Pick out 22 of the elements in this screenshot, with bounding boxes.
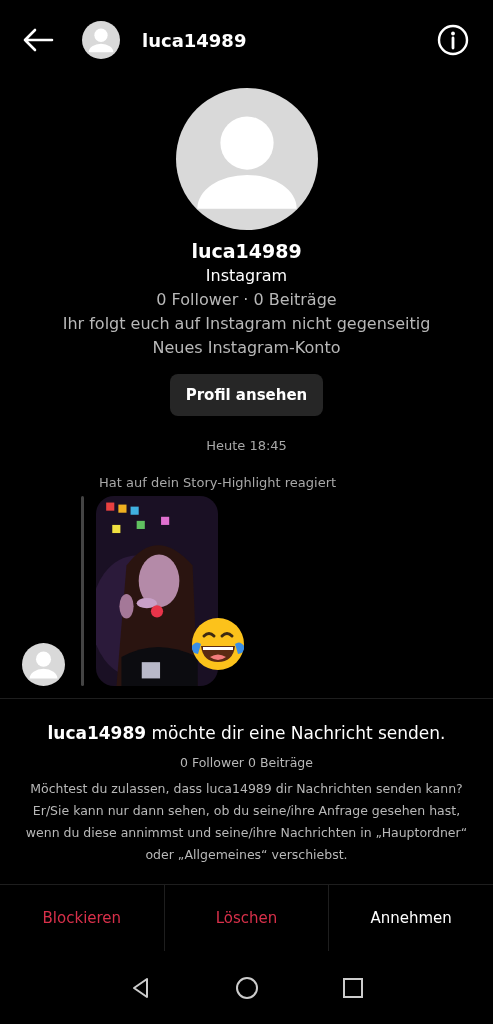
action-button[interactable]: Annehmen (328, 885, 493, 951)
reaction-label: Hat auf dein Story-Highlight reagiert (99, 475, 338, 490)
avatar-icon[interactable] (82, 21, 120, 59)
request-title: luca14989 möchte dir eine Nachricht senden. (47, 723, 446, 743)
account-note: Neues Instagram-Konto (152, 338, 341, 357)
action-button[interactable]: Blockieren (0, 885, 164, 951)
profile-platform: Instagram (205, 266, 288, 285)
action-button[interactable]: Löschen (163, 885, 329, 951)
home-nav-icon[interactable] (234, 975, 259, 1000)
request-stats: 0 Follower 0 Beiträge (180, 755, 313, 770)
header-username[interactable]: luca14989 (142, 29, 437, 51)
profile-stats: 0 Follower · 0 Beiträge (156, 290, 337, 309)
sender-avatar-icon (22, 643, 65, 686)
request-text: Möchtest du zulassen, dass luca14989 dir Nachrichten senden kann? Er/Sie kann nur dann sehen, ob du seine/ihre Anfrage gesehen hast, wenn du diese annimmst und seine/ihre Nachrichten in „Hauptordner“ oder „Allgemeines“ verschiebst. (24, 780, 469, 864)
profile-avatar-icon (175, 88, 318, 230)
view-profile-button[interactable]: Profil ansehen (169, 374, 324, 416)
timestamp: Heute 18:45 (206, 438, 287, 453)
relation-text: Ihr folgt euch auf Instagram nicht gegenseitig (62, 314, 431, 333)
recents-nav-icon[interactable] (340, 975, 365, 1000)
back-arrow-icon[interactable] (22, 28, 54, 52)
info-icon[interactable] (437, 24, 469, 56)
profile-name: luca14989 (191, 240, 302, 262)
